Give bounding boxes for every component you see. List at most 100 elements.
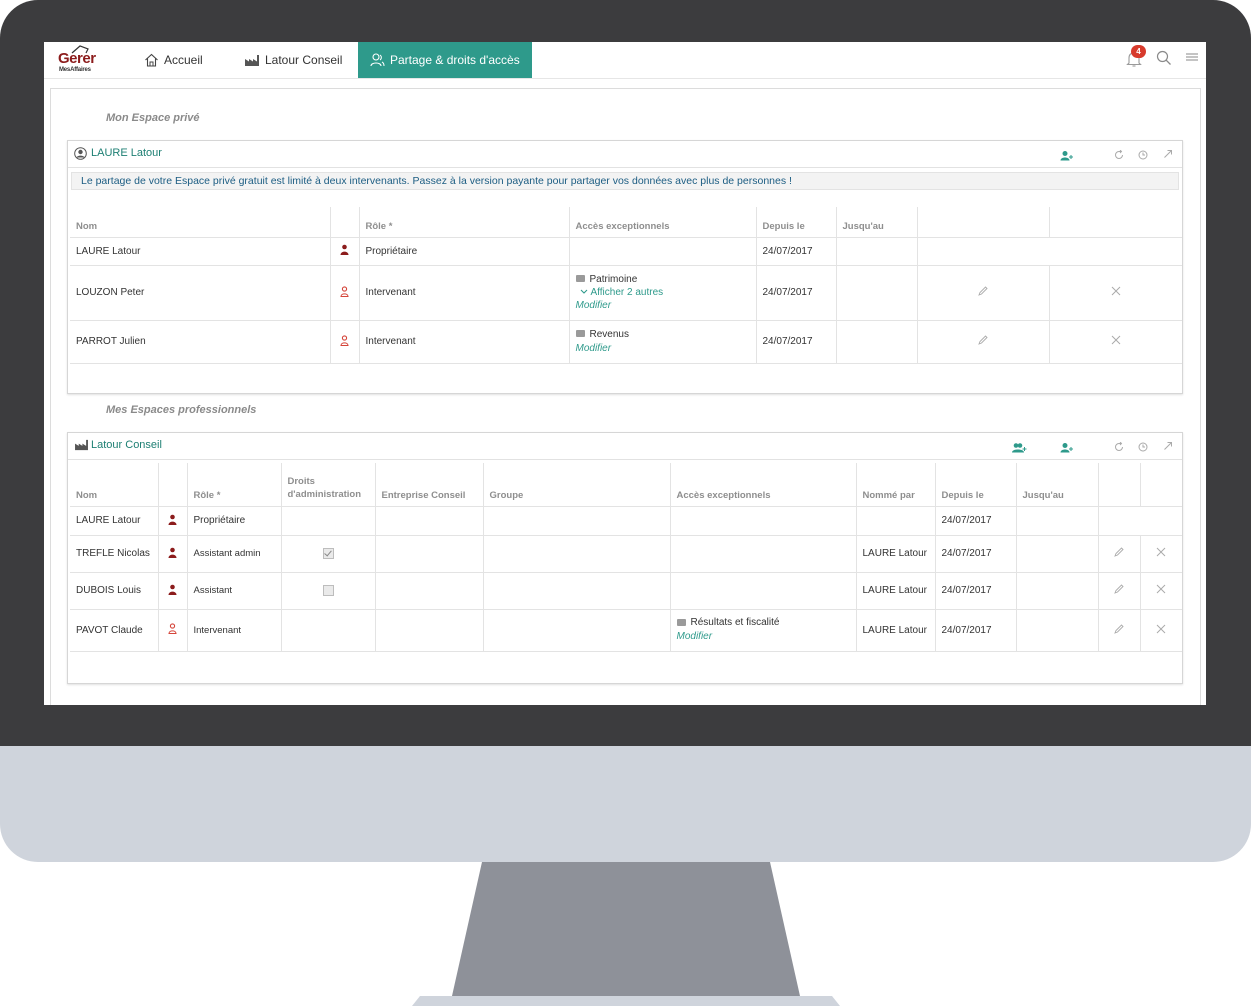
clock-icon[interactable] xyxy=(1138,150,1148,160)
expand-icon[interactable] xyxy=(1163,441,1173,451)
pro-members-table: Nom Rôle * Droits d'administration Entrep… xyxy=(70,463,1182,652)
member-role: Intervenant xyxy=(358,264,570,321)
participant-user-icon xyxy=(340,285,349,297)
member-name: PARROT Julien xyxy=(70,319,331,364)
member-role: Intervenant xyxy=(186,608,282,652)
admin-rights-checkbox[interactable] xyxy=(322,584,334,596)
add-user-icon[interactable] xyxy=(1060,442,1074,453)
user-circle-icon xyxy=(74,147,87,160)
private-panel-header: LAURE Latour xyxy=(68,141,1182,168)
tab-latour-conseil[interactable]: Latour Conseil xyxy=(244,42,342,78)
member-admin xyxy=(280,608,376,652)
app-screen: Gerer MesAffaires Accueil Latour Conseil… xyxy=(44,42,1206,705)
access-item: Résultats et fiscalité xyxy=(690,617,780,628)
pro-panel-header: Latour Conseil xyxy=(68,433,1182,460)
col-role-icon xyxy=(157,463,188,507)
member-name: PAVOT Claude xyxy=(70,608,159,652)
member-name: TREFLE Nicolas xyxy=(70,534,159,573)
edit-pencil-icon[interactable] xyxy=(1114,584,1124,594)
member-named-by: LAURE Latour xyxy=(855,571,936,610)
delete-x-icon[interactable] xyxy=(1156,547,1166,557)
free-limit-notice: Le partage de votre Espace privé gratuit… xyxy=(71,172,1179,190)
owner-user-icon xyxy=(168,547,177,558)
col-access: Accès exceptionnels xyxy=(669,463,857,507)
factory-icon xyxy=(245,54,259,66)
tab-share-label: Partage & droits d'accès xyxy=(390,53,520,67)
member-since: 24/07/2017 xyxy=(755,319,837,364)
modify-access-link[interactable]: Modifier xyxy=(576,342,750,356)
tab-home[interactable]: Accueil xyxy=(144,42,203,78)
modify-access-link[interactable]: Modifier xyxy=(677,630,850,644)
admin-rights-checkbox[interactable] xyxy=(322,547,334,559)
col-admin-rights: Droits d'administration xyxy=(280,463,376,507)
add-group-icon[interactable] xyxy=(1012,442,1027,453)
col-group: Groupe xyxy=(482,463,671,507)
pro-panel-title: Latour Conseil xyxy=(91,439,162,451)
member-since: 24/07/2017 xyxy=(934,608,1017,652)
show-more-link[interactable]: Afficher 2 autres xyxy=(576,286,750,299)
notification-badge[interactable]: 4 xyxy=(1131,45,1146,58)
edit-pencil-icon[interactable] xyxy=(978,335,988,345)
private-section-title: Mon Espace privé xyxy=(106,112,200,124)
factory-icon xyxy=(75,439,88,451)
col-name: Nom xyxy=(70,463,159,507)
table-row: PARROT Julien Intervenant Revenus Modifi… xyxy=(70,319,1182,364)
edit-pencil-icon[interactable] xyxy=(978,286,988,296)
share-users-icon xyxy=(370,53,385,67)
main-content: Mon Espace privé LAURE Latour Le partage… xyxy=(50,88,1201,705)
private-space-panel: LAURE Latour Le partage de votre Espace … xyxy=(67,140,1183,394)
table-header-row: Nom Rôle * Droits d'administration Entrep… xyxy=(70,463,1182,507)
member-access: Résultats et fiscalité Modifier xyxy=(669,608,857,652)
table-row: LAURE Latour Propriétaire 24/07/2017 xyxy=(70,236,1182,266)
member-role: Propriétaire xyxy=(186,505,282,536)
member-named-by: LAURE Latour xyxy=(855,534,936,573)
col-consulting-company: Entreprise Conseil xyxy=(374,463,484,507)
pro-space-panel: Latour Conseil Nom Rôle * Droits d'admini… xyxy=(67,432,1183,684)
delete-x-icon[interactable] xyxy=(1156,624,1166,634)
monitor-chin xyxy=(0,746,1251,862)
expand-icon[interactable] xyxy=(1163,149,1173,159)
owner-user-icon xyxy=(340,244,349,255)
member-access: Patrimoine Afficher 2 autres Modifier xyxy=(568,264,757,321)
hamburger-menu-icon[interactable] xyxy=(1186,53,1198,63)
tab-home-label: Accueil xyxy=(164,53,203,67)
edit-pencil-icon[interactable] xyxy=(1114,623,1124,634)
col-since: Depuis le xyxy=(934,463,1017,507)
table-header-row: Nom Rôle * Accès exceptionnels Depuis le… xyxy=(70,207,1182,238)
tab-latour-label: Latour Conseil xyxy=(265,53,343,67)
member-named-by: LAURE Latour xyxy=(855,608,936,652)
member-since: 24/07/2017 xyxy=(755,236,837,266)
chevron-down-icon xyxy=(580,289,587,294)
table-row: PAVOT Claude Intervenant Résultats et fi… xyxy=(70,608,1182,652)
add-user-icon[interactable] xyxy=(1060,150,1074,161)
edit-pencil-icon[interactable] xyxy=(1114,547,1124,557)
col-until: Jusqu'au xyxy=(1015,463,1099,507)
col-since: Depuis le xyxy=(755,207,837,238)
member-until xyxy=(835,236,918,266)
access-item: Revenus xyxy=(589,328,629,340)
member-admin xyxy=(280,505,376,536)
owner-user-icon xyxy=(168,514,177,525)
table-row: LOUZON Peter Intervenant Patrimoine Affi… xyxy=(70,264,1182,321)
member-name: LAURE Latour xyxy=(70,236,331,266)
modify-access-link[interactable]: Modifier xyxy=(576,299,750,313)
search-icon[interactable] xyxy=(1156,50,1172,66)
member-role: Assistant xyxy=(186,571,282,610)
app-logo[interactable]: Gerer MesAffaires xyxy=(58,44,102,76)
delete-x-icon[interactable] xyxy=(1156,584,1166,594)
logo-sub-text: MesAffaires xyxy=(59,67,91,73)
member-role: Assistant admin xyxy=(186,534,282,573)
refresh-icon[interactable] xyxy=(1114,442,1124,452)
table-row: TREFLE Nicolas Assistant admin LAURE Lat… xyxy=(70,534,1182,573)
delete-x-icon[interactable] xyxy=(1111,335,1121,345)
refresh-icon[interactable] xyxy=(1114,150,1124,160)
clock-icon[interactable] xyxy=(1138,442,1148,452)
col-role: Rôle * xyxy=(358,207,570,238)
tab-share-access[interactable]: Partage & droits d'accès xyxy=(358,42,532,78)
table-row: LAURE Latour Propriétaire 24/07/2017 xyxy=(70,505,1182,536)
pro-section-title: Mes Espaces professionnels xyxy=(106,404,257,416)
delete-x-icon[interactable] xyxy=(1111,286,1121,296)
participant-user-icon xyxy=(340,334,349,346)
col-until: Jusqu'au xyxy=(835,207,918,238)
col-delete xyxy=(1048,207,1182,238)
